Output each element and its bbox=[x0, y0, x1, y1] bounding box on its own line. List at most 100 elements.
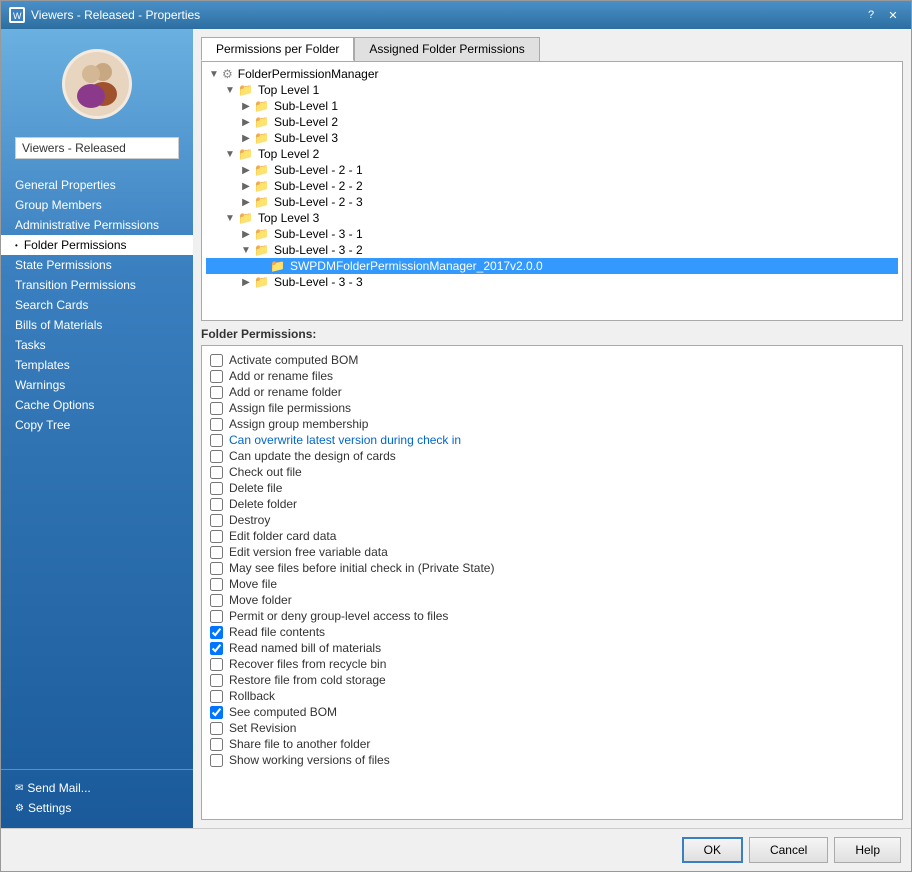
perm-checkbox-restore-cold[interactable] bbox=[210, 674, 223, 687]
expand-icon[interactable]: ▶ bbox=[240, 164, 252, 176]
perm-checkbox-assign-group[interactable] bbox=[210, 418, 223, 431]
tree-node-sub1-2[interactable]: ▶📁Sub-Level 2 bbox=[206, 114, 898, 130]
perm-item-add-rename-folder: Add or rename folder bbox=[210, 384, 894, 400]
sidebar-item-state-permissions[interactable]: State Permissions bbox=[1, 255, 193, 275]
tree-node-sub2-2[interactable]: ▶📁Sub-Level - 2 - 2 bbox=[206, 178, 898, 194]
perm-label-destroy: Destroy bbox=[229, 513, 270, 527]
perm-checkbox-set-revision[interactable] bbox=[210, 722, 223, 735]
sidebar-item-bills-of-materials[interactable]: Bills of Materials bbox=[1, 315, 193, 335]
tree-node-top3[interactable]: ▼📁Top Level 3 bbox=[206, 210, 898, 226]
perm-checkbox-destroy[interactable] bbox=[210, 514, 223, 527]
tree-node-sub3-3[interactable]: ▶📁Sub-Level - 3 - 3 bbox=[206, 274, 898, 290]
footer-item-send-mail[interactable]: ✉Send Mail... bbox=[1, 778, 193, 798]
expand-icon[interactable]: ▼ bbox=[240, 244, 252, 256]
perm-label-move-file: Move file bbox=[229, 577, 277, 591]
tree-node-sub3-1[interactable]: ▶📁Sub-Level - 3 - 1 bbox=[206, 226, 898, 242]
tree-node-sub2-3[interactable]: ▶📁Sub-Level - 2 - 3 bbox=[206, 194, 898, 210]
tree-node-top1[interactable]: ▼📁Top Level 1 bbox=[206, 82, 898, 98]
perm-checkbox-activate-bom[interactable] bbox=[210, 354, 223, 367]
perm-checkbox-share-file[interactable] bbox=[210, 738, 223, 751]
perm-checkbox-edit-version-free[interactable] bbox=[210, 546, 223, 559]
footer-item-label: Settings bbox=[28, 801, 71, 815]
footer-item-settings[interactable]: ⚙Settings bbox=[1, 798, 193, 818]
perm-checkbox-update-cards[interactable] bbox=[210, 450, 223, 463]
perm-checkbox-rollback[interactable] bbox=[210, 690, 223, 703]
tree-node-sub3-2-child[interactable]: 📁SWPDMFolderPermissionManager_2017v2.0.0 bbox=[206, 258, 898, 274]
perm-checkbox-show-working[interactable] bbox=[210, 754, 223, 767]
sidebar-item-templates[interactable]: Templates bbox=[1, 355, 193, 375]
perm-checkbox-edit-folder-card[interactable] bbox=[210, 530, 223, 543]
perm-checkbox-read-contents[interactable] bbox=[210, 626, 223, 639]
help-dialog-button[interactable]: Help bbox=[834, 837, 901, 863]
perm-checkbox-permit-deny-group[interactable] bbox=[210, 610, 223, 623]
perm-label-read-contents: Read file contents bbox=[229, 625, 325, 639]
tab-permissions-per-folder[interactable]: Permissions per Folder bbox=[201, 37, 354, 61]
tree-node-label: Sub-Level 1 bbox=[274, 99, 338, 113]
perm-item-set-revision: Set Revision bbox=[210, 720, 894, 736]
tree-panel[interactable]: ▼⚙FolderPermissionManager▼📁Top Level 1▶📁… bbox=[201, 61, 903, 321]
sidebar-item-general-properties[interactable]: General Properties bbox=[1, 175, 193, 195]
perm-checkbox-see-computed-bom[interactable] bbox=[210, 706, 223, 719]
sidebar-item-cache-options[interactable]: Cache Options bbox=[1, 395, 193, 415]
sidebar-item-folder-permissions[interactable]: • Folder Permissions bbox=[1, 235, 193, 255]
active-bullet-icon: • bbox=[15, 241, 18, 250]
perm-checkbox-overwrite-version[interactable] bbox=[210, 434, 223, 447]
cancel-button[interactable]: Cancel bbox=[749, 837, 828, 863]
perm-checkbox-add-rename-file[interactable] bbox=[210, 370, 223, 383]
perm-label-check-out: Check out file bbox=[229, 465, 302, 479]
sidebar-item-warnings[interactable]: Warnings bbox=[1, 375, 193, 395]
perm-item-assign-group: Assign group membership bbox=[210, 416, 894, 432]
perm-checkbox-check-out[interactable] bbox=[210, 466, 223, 479]
tree-node-sub1-1[interactable]: ▶📁Sub-Level 1 bbox=[206, 98, 898, 114]
tree-node-sub2-1[interactable]: ▶📁Sub-Level - 2 - 1 bbox=[206, 162, 898, 178]
perm-checkbox-assign-file-perms[interactable] bbox=[210, 402, 223, 415]
tree-node-sub1-3[interactable]: ▶📁Sub-Level 3 bbox=[206, 130, 898, 146]
perm-checkbox-add-rename-folder[interactable] bbox=[210, 386, 223, 399]
perm-item-assign-file-perms: Assign file permissions bbox=[210, 400, 894, 416]
expand-icon[interactable]: ▶ bbox=[240, 228, 252, 240]
perm-checkbox-recover-recycle[interactable] bbox=[210, 658, 223, 671]
perm-checkbox-delete-file[interactable] bbox=[210, 482, 223, 495]
perm-item-check-out: Check out file bbox=[210, 464, 894, 480]
tree-node-label: Sub-Level - 2 - 2 bbox=[274, 179, 363, 193]
expand-icon[interactable]: ▶ bbox=[240, 196, 252, 208]
tree-node-sub3-2[interactable]: ▼📁Sub-Level - 3 - 2 bbox=[206, 242, 898, 258]
tree-node-root[interactable]: ▼⚙FolderPermissionManager bbox=[206, 66, 898, 82]
expand-icon[interactable]: ▼ bbox=[224, 84, 236, 96]
perm-label-rollback: Rollback bbox=[229, 689, 275, 703]
permissions-section-label: Folder Permissions: bbox=[201, 327, 903, 341]
sidebar-item-group-members[interactable]: Group Members bbox=[1, 195, 193, 215]
expand-icon[interactable]: ▼ bbox=[208, 68, 220, 80]
expand-icon[interactable]: ▶ bbox=[240, 132, 252, 144]
ok-button[interactable]: OK bbox=[682, 837, 743, 863]
perm-item-see-computed-bom: See computed BOM bbox=[210, 704, 894, 720]
perm-checkbox-delete-folder[interactable] bbox=[210, 498, 223, 511]
expand-icon[interactable]: ▼ bbox=[224, 148, 236, 160]
expand-icon[interactable]: ▶ bbox=[240, 116, 252, 128]
tab-assigned-folder-permissions[interactable]: Assigned Folder Permissions bbox=[354, 37, 539, 61]
expand-icon[interactable]: ▶ bbox=[240, 180, 252, 192]
tree-node-top2[interactable]: ▼📁Top Level 2 bbox=[206, 146, 898, 162]
perm-label-add-rename-folder: Add or rename folder bbox=[229, 385, 342, 399]
expand-icon[interactable]: ▼ bbox=[224, 212, 236, 224]
sidebar-item-search-cards[interactable]: Search Cards bbox=[1, 295, 193, 315]
expand-icon[interactable]: ▶ bbox=[240, 100, 252, 112]
perm-item-delete-folder: Delete folder bbox=[210, 496, 894, 512]
tree-node-label: Top Level 2 bbox=[258, 147, 319, 161]
sidebar-item-administrative-permissions[interactable]: Administrative Permissions bbox=[1, 215, 193, 235]
help-button[interactable]: ? bbox=[861, 6, 881, 24]
perm-checkbox-read-named-bom[interactable] bbox=[210, 642, 223, 655]
perm-label-update-cards: Can update the design of cards bbox=[229, 449, 396, 463]
sidebar-item-tasks[interactable]: Tasks bbox=[1, 335, 193, 355]
folder-icon: 📁 bbox=[238, 83, 253, 97]
sidebar-item-copy-tree[interactable]: Copy Tree bbox=[1, 415, 193, 435]
perm-checkbox-see-files-before[interactable] bbox=[210, 562, 223, 575]
sidebar-item-transition-permissions[interactable]: Transition Permissions bbox=[1, 275, 193, 295]
sidebar-item-label: Folder Permissions bbox=[24, 238, 127, 252]
perm-checkbox-move-file[interactable] bbox=[210, 578, 223, 591]
tree-node-label: Sub-Level - 3 - 3 bbox=[274, 275, 363, 289]
perm-item-read-contents: Read file contents bbox=[210, 624, 894, 640]
expand-icon[interactable]: ▶ bbox=[240, 276, 252, 288]
perm-checkbox-move-folder[interactable] bbox=[210, 594, 223, 607]
close-button[interactable]: ✕ bbox=[883, 6, 903, 24]
